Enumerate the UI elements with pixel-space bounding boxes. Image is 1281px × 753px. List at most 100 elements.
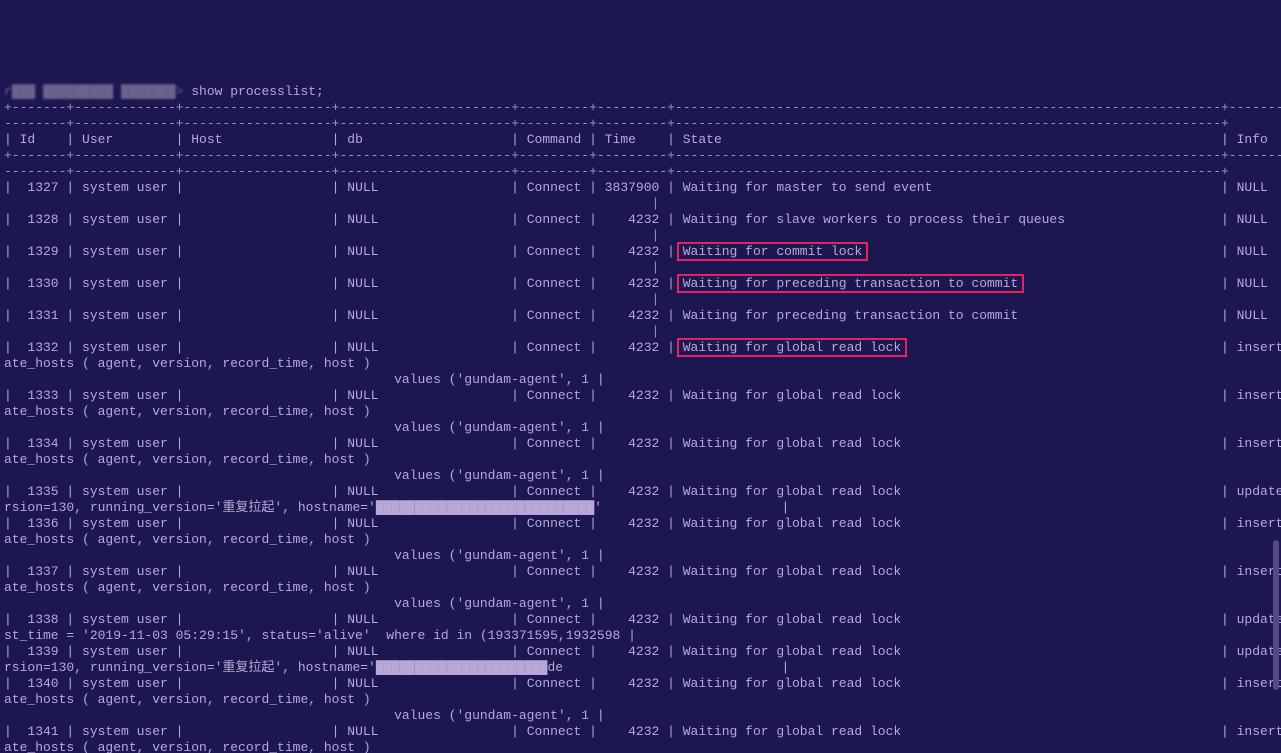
scrollbar-thumb[interactable] xyxy=(1273,540,1279,690)
wrapped-info: values ('gundam-agent', 1 | xyxy=(4,372,605,387)
cell-db: | NULL xyxy=(332,180,511,195)
row-gap: | xyxy=(4,196,659,211)
table-row: | 1327 | system user | | NULL | Connect … xyxy=(4,180,1277,196)
cell-command: | Connect xyxy=(511,308,589,323)
wrapped-info: values ('gundam-agent', 1 | xyxy=(4,548,605,563)
cell-db: | NULL xyxy=(332,516,511,531)
cell-db: | NULL xyxy=(332,436,511,451)
table-border: --------+-------------+-----------------… xyxy=(4,164,1229,179)
cell-host: | xyxy=(176,340,332,355)
row-gap: | xyxy=(4,228,659,243)
table-row: | 1332 | system user | | NULL | Connect … xyxy=(4,340,1277,356)
cell-command: | Connect xyxy=(511,388,589,403)
cell-id: | 1336 xyxy=(4,516,66,531)
cell-host: | xyxy=(176,564,332,579)
cell-command: | Connect xyxy=(511,644,589,659)
cell-id: | 1337 xyxy=(4,564,66,579)
cell-time: | 3837900 xyxy=(589,180,667,195)
wrapped-info: values ('gundam-agent', 1 | xyxy=(4,420,605,435)
cell-command: | Connect xyxy=(511,212,589,227)
cell-state-highlight: Waiting for preceding transaction to com… xyxy=(677,274,1024,293)
cell-db: | NULL xyxy=(332,484,511,499)
cell-info: | insert into t_deactiv xyxy=(1221,676,1281,691)
col-db: | db xyxy=(332,132,511,147)
cell-db: | NULL xyxy=(332,244,511,259)
cell-info: | insert into t_deactiv xyxy=(1221,340,1281,355)
cell-state: | Waiting for global read lock xyxy=(667,388,1221,403)
cell-host: | xyxy=(176,516,332,531)
cell-state: | Waiting for global read lock xyxy=(667,612,1221,627)
cell-state: | Waiting for slave workers to process t… xyxy=(667,212,1221,227)
cell-id: | 1334 xyxy=(4,436,66,451)
cell-time: | 4232 xyxy=(589,436,667,451)
wrapped-info: st_time = '2019-11-03 05:29:15', status=… xyxy=(4,628,636,643)
wrapped-info: values ('gundam-agent', 1 | xyxy=(4,596,605,611)
cell-time: | 4232 xyxy=(589,612,667,627)
cell-state: | Waiting for global read lock xyxy=(667,676,1221,691)
cell-command: | Connect xyxy=(511,564,589,579)
cell-db: | NULL xyxy=(332,644,511,659)
cell-info: | update t_hosts set la xyxy=(1221,612,1281,627)
table-border: +-------+-------------+-----------------… xyxy=(4,148,1281,163)
row-gap: | xyxy=(4,260,659,275)
cell-command: | Connect xyxy=(511,244,589,259)
terminal-output: r███ █████████ ███████> show processlist… xyxy=(0,80,1281,753)
cell-host: | xyxy=(176,180,332,195)
row-gap: | xyxy=(4,324,659,339)
cell-command: | Connect xyxy=(511,484,589,499)
cell-id: | 1335 xyxy=(4,484,66,499)
col-state: | State xyxy=(667,132,1221,147)
cell-state: | Waiting for global read lock xyxy=(667,484,1221,499)
cell-state: | Waiting for global read lock xyxy=(667,436,1221,451)
cell-state-suffix xyxy=(862,244,1221,259)
wrapped-info: ate_hosts ( agent, version, record_time,… xyxy=(4,452,371,467)
cell-state: | Waiting for master to send event xyxy=(667,180,1221,195)
wrapped-info: values ('gundam-agent', 1 | xyxy=(4,468,605,483)
cell-state: | Waiting for global read lock xyxy=(667,516,1221,531)
cell-info: | update t_hosts set ve xyxy=(1221,644,1281,659)
cell-info: | update t_hosts set ve xyxy=(1221,484,1281,499)
cell-user: | system user xyxy=(66,308,175,323)
table-row: | 1336 | system user | | NULL | Connect … xyxy=(4,516,1277,532)
wrapped-info: rsion=130, running_version='重复拉起', hostn… xyxy=(4,660,789,675)
cell-user: | system user xyxy=(66,676,175,691)
cell-time: | 4232 xyxy=(589,340,667,355)
cell-host: | xyxy=(176,244,332,259)
cell-info: | NULL xyxy=(1221,244,1268,259)
cell-host: | xyxy=(176,612,332,627)
cell-db: | NULL xyxy=(332,308,511,323)
table-row: | 1337 | system user | | NULL | Connect … xyxy=(4,564,1277,580)
cell-state-highlight: Waiting for commit lock xyxy=(677,242,868,261)
cell-host: | xyxy=(176,676,332,691)
cell-command: | Connect xyxy=(511,276,589,291)
cell-user: | system user xyxy=(66,436,175,451)
cell-host: | xyxy=(176,388,332,403)
cell-host: | xyxy=(176,484,332,499)
cell-time: | 4232 xyxy=(589,244,667,259)
cell-time: | 4232 xyxy=(589,388,667,403)
cell-user: | system user xyxy=(66,612,175,627)
cell-state-highlight: Waiting for global read lock xyxy=(677,338,907,357)
cell-time: | 4232 xyxy=(589,564,667,579)
col-command: | Command xyxy=(511,132,589,147)
cell-id: | 1331 xyxy=(4,308,66,323)
table-row: | 1330 | system user | | NULL | Connect … xyxy=(4,276,1277,292)
cell-db: | NULL xyxy=(332,564,511,579)
table-row: | 1341 | system user | | NULL | Connect … xyxy=(4,724,1277,740)
cell-state: | Waiting for preceding transaction to c… xyxy=(667,308,1221,323)
scrollbar-track[interactable] xyxy=(1273,0,1279,737)
cell-command: | Connect xyxy=(511,340,589,355)
cell-host: | xyxy=(176,212,332,227)
table-row: | 1328 | system user | | NULL | Connect … xyxy=(4,212,1277,228)
cell-time: | 4232 xyxy=(589,676,667,691)
cell-host: | xyxy=(176,308,332,323)
cell-command: | Connect xyxy=(511,180,589,195)
cell-user: | system user xyxy=(66,180,175,195)
cell-command: | Connect xyxy=(511,516,589,531)
cell-time: | 4232 xyxy=(589,516,667,531)
table-row: | 1340 | system user | | NULL | Connect … xyxy=(4,676,1277,692)
cell-db: | NULL xyxy=(332,276,511,291)
cell-user: | system user xyxy=(66,276,175,291)
cell-command: | Connect xyxy=(511,436,589,451)
table-row: | 1331 | system user | | NULL | Connect … xyxy=(4,308,1277,324)
